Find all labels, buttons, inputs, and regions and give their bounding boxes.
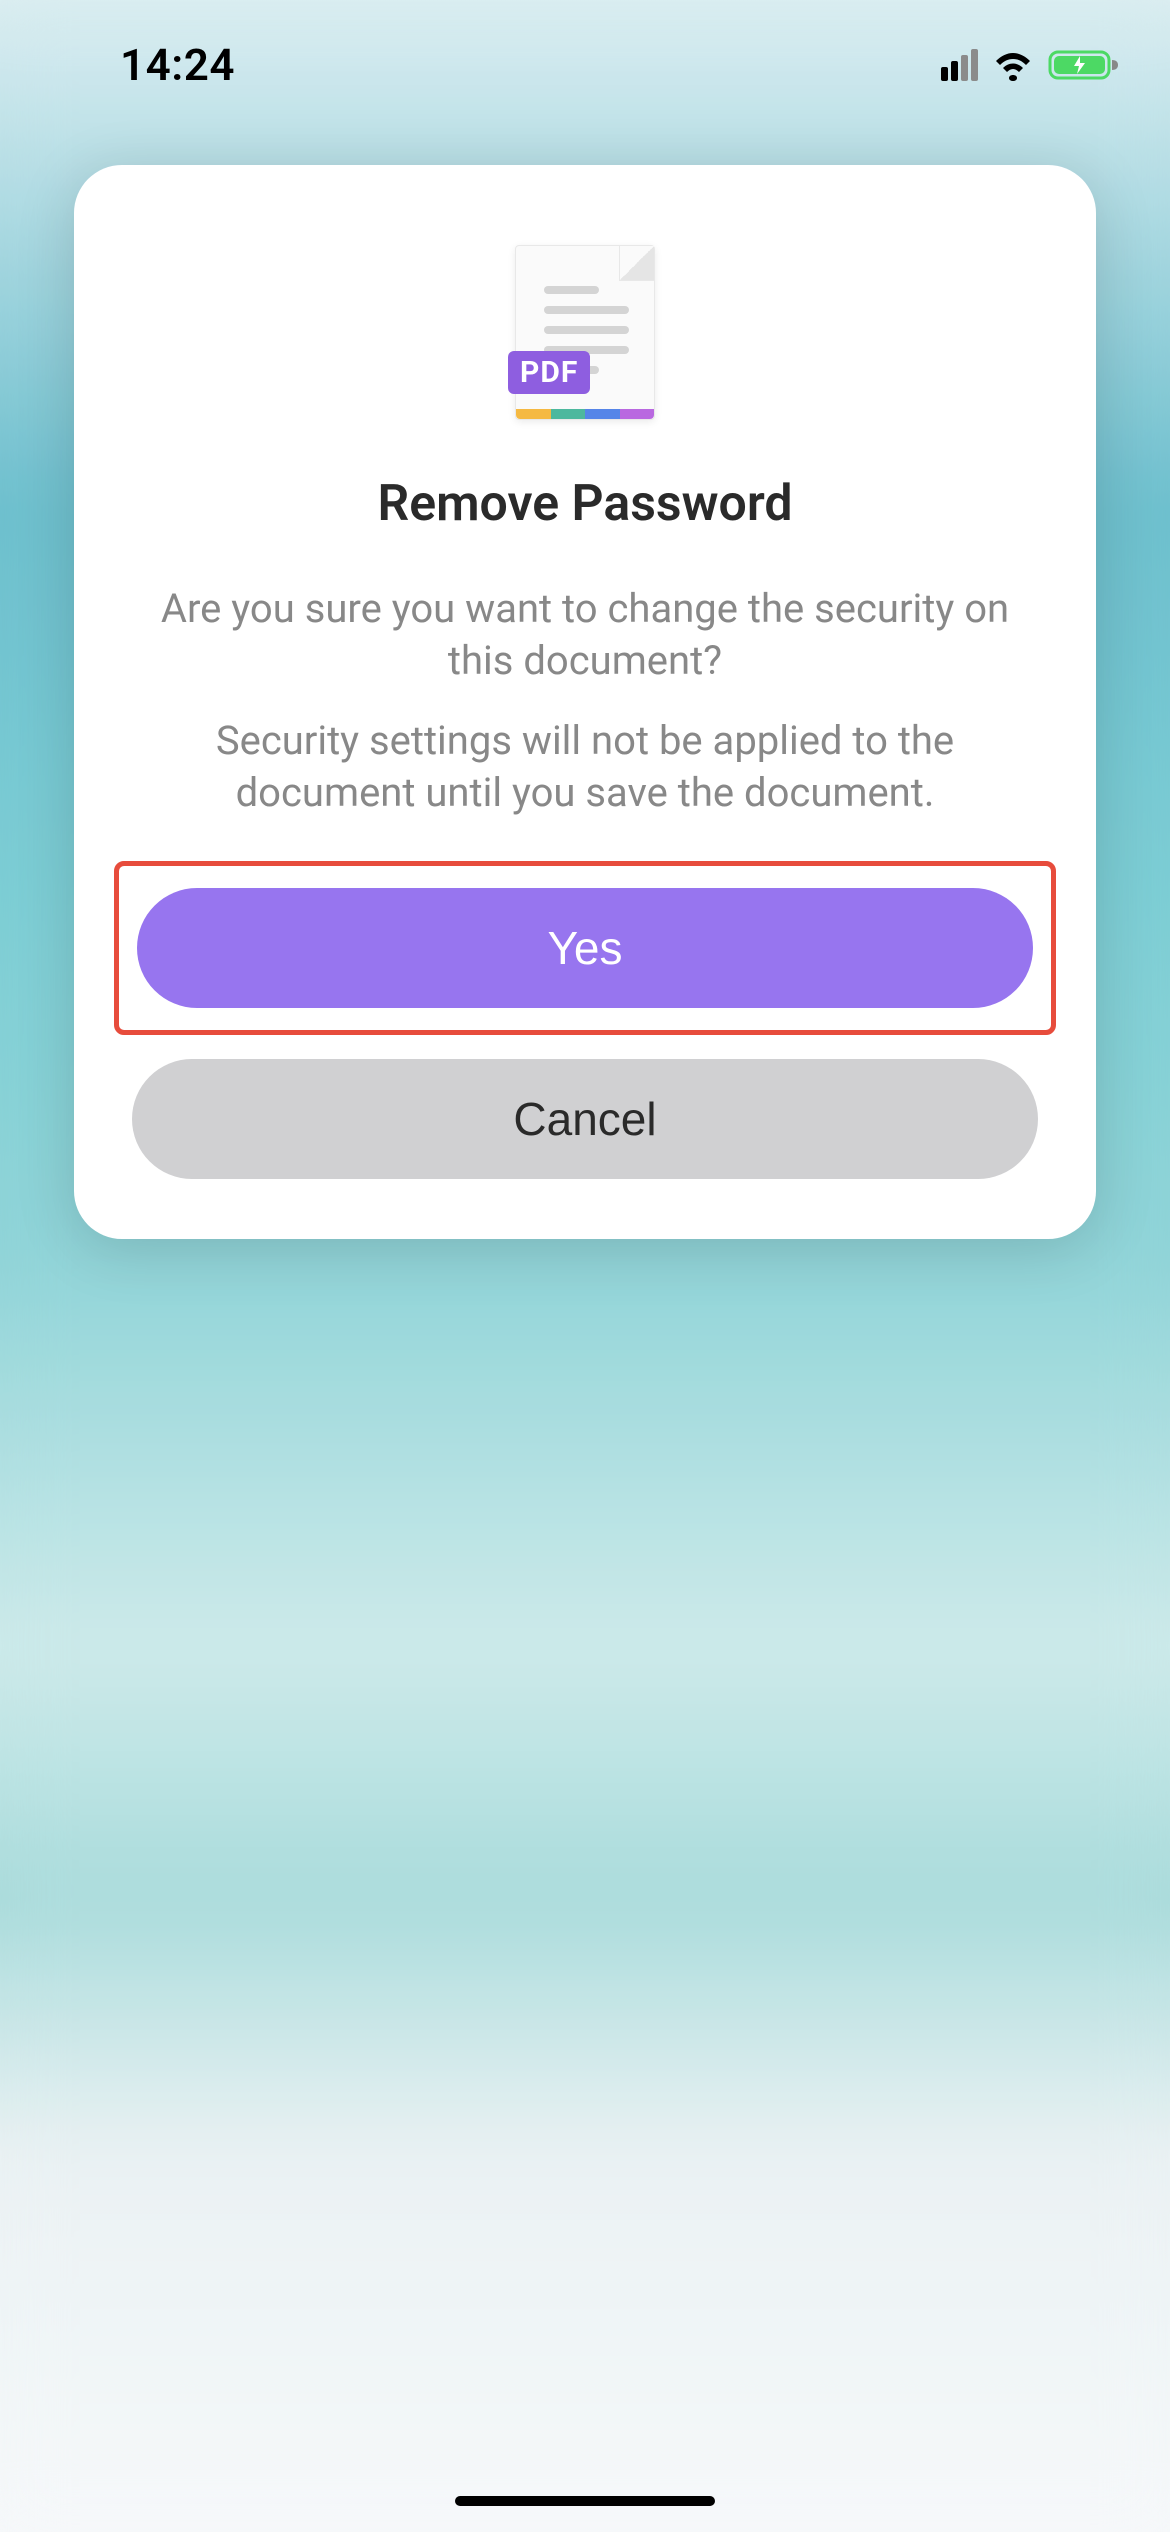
pdf-document-icon: PDF	[510, 245, 660, 425]
status-icons	[941, 48, 1120, 82]
status-bar: 14:24	[0, 0, 1170, 130]
battery-charging-icon	[1048, 48, 1120, 82]
pdf-badge-label: PDF	[508, 351, 590, 394]
home-indicator[interactable]	[455, 2496, 715, 2506]
yes-button[interactable]: Yes	[137, 888, 1033, 1008]
status-time: 14:24	[50, 39, 235, 91]
dialog-submessage: Security settings will not be applied to…	[114, 715, 1056, 819]
yes-button-highlight: Yes	[114, 861, 1056, 1035]
remove-password-dialog: PDF Remove Password Are you sure you wan…	[74, 165, 1096, 1239]
wifi-icon	[992, 49, 1034, 81]
dialog-message: Are you sure you want to change the secu…	[114, 583, 1056, 687]
dialog-title: Remove Password	[114, 475, 1056, 533]
cancel-button[interactable]: Cancel	[132, 1059, 1038, 1179]
cellular-signal-icon	[941, 49, 978, 81]
